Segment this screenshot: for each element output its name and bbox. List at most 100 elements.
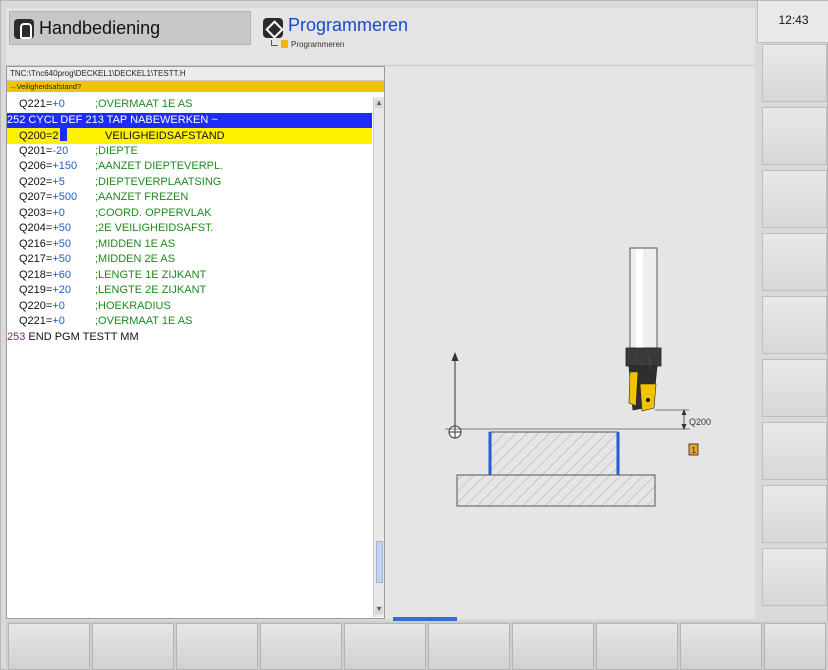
program-line[interactable]: Q221=+0 ;OVERMAAT 1E AS	[7, 97, 372, 113]
program-scrollbar[interactable]: ▲ ▼	[373, 97, 384, 617]
param-value: +50	[52, 237, 72, 250]
help-graphic-panel: Q200 1	[385, 66, 755, 619]
vertical-softkey-2[interactable]	[762, 107, 827, 165]
softkey-1[interactable]	[8, 623, 90, 670]
softkey-bar	[6, 621, 828, 670]
program-line-editing[interactable]: Q200=2 VEILIGHEIDSAFSTAND	[7, 128, 372, 144]
param-value: -20	[52, 144, 69, 157]
program-line[interactable]: Q220=+0 ;HOEKRADIUS	[7, 299, 372, 315]
hand-icon	[14, 19, 34, 39]
param-value: +0	[52, 315, 65, 327]
param-value: +20	[52, 284, 72, 296]
param-comment: ;DIEPTEVERPLAATSING	[95, 175, 222, 188]
scroll-down-icon[interactable]: ▼	[375, 606, 383, 614]
param-comment: VEILIGHEIDSAFSTAND	[105, 130, 225, 142]
q200-dimension	[655, 409, 689, 430]
vertical-softkey-1[interactable]	[762, 44, 827, 102]
cnc-screen: Handbediening Programmeren Programmeren …	[0, 0, 828, 670]
softkey-8[interactable]	[596, 623, 678, 670]
program-file-icon	[281, 40, 288, 48]
param-comment: ;OVERMAAT 1E AS	[95, 315, 193, 327]
datum-symbol	[448, 425, 462, 439]
param-comment: ;MIDDEN 2E AS	[95, 253, 176, 265]
program-path: TNC:\Tnc640prog\DECKEL1\DECKEL1\TESTT.H	[7, 67, 384, 81]
param-comment: ;MIDDEN 1E AS	[95, 237, 176, 250]
softkey-2[interactable]	[92, 623, 174, 670]
param-name: Q204=	[19, 222, 53, 234]
vertical-softkey-3[interactable]	[762, 170, 827, 228]
param-comment: ;DIEPTE	[95, 144, 138, 157]
programming-icon	[263, 18, 283, 38]
param-name: Q217=	[19, 253, 53, 265]
program-line[interactable]: Q221=+0 ;OVERMAAT 1E AS	[7, 314, 372, 330]
param-name: Q206=	[19, 160, 53, 172]
vertical-softkey-8[interactable]	[762, 485, 827, 543]
program-line[interactable]: Q202=+5 ;DIEPTEVERPLAATSING	[7, 175, 372, 191]
softkey-3[interactable]	[176, 623, 258, 670]
softkey-10[interactable]	[764, 623, 826, 670]
line-number: 253	[7, 330, 26, 343]
scroll-thumb[interactable]	[376, 541, 383, 583]
program-line-end[interactable]: 253 END PGM TESTT MM	[7, 330, 372, 346]
header: Handbediening Programmeren Programmeren	[6, 8, 755, 66]
param-comment: ;2E VEILIGHEIDSAFST.	[95, 222, 214, 234]
param-value: +0	[52, 98, 65, 110]
param-comment: ;OVERMAAT 1E AS	[95, 98, 193, 110]
softkey-6[interactable]	[428, 623, 510, 670]
param-value: +0	[52, 206, 65, 219]
program-line[interactable]: Q218=+60 ;LENGTE 1E ZIJKANT	[7, 268, 372, 284]
cycle-def-text: 252 CYCL DEF 213 TAP NABEWERKEN ~	[7, 113, 218, 126]
program-line[interactable]: Q216=+50 ;MIDDEN 1E AS	[7, 237, 372, 253]
param-value: +500	[52, 191, 78, 203]
param-name: Q201=	[19, 144, 53, 157]
program-line[interactable]: Q206=+150 ;AANZET DIEPTEVERPL.	[7, 159, 372, 175]
program-line[interactable]: Q207=+500 ;AANZET FREZEN	[7, 190, 372, 206]
step-marker-label: 1	[692, 446, 697, 455]
vertical-softkey-7[interactable]	[762, 422, 827, 480]
program-line[interactable]: Q203=+0 ;COORD. OPPERVLAK	[7, 206, 372, 222]
softkey-9[interactable]	[680, 623, 762, 670]
param-value: +50	[52, 222, 72, 234]
param-comment: ;LENGTE 2E ZIJKANT	[95, 284, 207, 296]
scroll-up-icon[interactable]: ▲	[375, 100, 383, 108]
softkey-5[interactable]	[344, 623, 426, 670]
step-marker: 1	[688, 443, 699, 456]
mode-programmeren-tab[interactable]: Programmeren Programmeren	[257, 11, 557, 61]
vertical-softkey-9[interactable]	[762, 548, 827, 606]
program-lines: Q221=+0 ;OVERMAAT 1E AS 252 CYCL DEF 213 …	[7, 97, 372, 345]
param-value: +60	[52, 268, 72, 281]
sub-breadcrumb: Programmeren	[271, 40, 344, 49]
param-value: +50	[52, 253, 72, 265]
param-value: +5	[52, 175, 65, 188]
param-comment: ;LENGTE 1E ZIJKANT	[95, 268, 207, 281]
milling-tool	[625, 247, 662, 412]
clock: 12:43	[757, 1, 828, 43]
param-name: Q216=	[19, 237, 53, 250]
vertical-softkey-6[interactable]	[762, 359, 827, 417]
param-name: Q219=	[19, 284, 53, 296]
param-value: +150	[52, 160, 78, 172]
program-line[interactable]: Q219=+20 ;LENGTE 2E ZIJKANT	[7, 283, 372, 299]
dialog-prompt: →Veiligheidsafstand?	[7, 81, 384, 92]
vertical-softkey-4[interactable]	[762, 233, 827, 291]
sub-label: Programmeren	[291, 40, 345, 49]
program-line[interactable]: Q204=+50 ;2E VEILIGHEIDSAFST.	[7, 221, 372, 237]
program-line-selected[interactable]: 252 CYCL DEF 213 TAP NABEWERKEN ~	[7, 112, 372, 128]
mode-right-label: Programmeren	[288, 15, 409, 35]
param-value-input[interactable]: 2	[52, 130, 58, 142]
vertical-softkey-5[interactable]	[762, 296, 827, 354]
softkey-4[interactable]	[260, 623, 342, 670]
clock-time: 12:43	[778, 13, 809, 27]
program-line[interactable]: Q217=+50 ;MIDDEN 2E AS	[7, 252, 372, 268]
param-comment: ;HOEKRADIUS	[95, 299, 171, 312]
text-cursor	[60, 128, 68, 141]
program-line[interactable]: Q201=-20 ;DIEPTE	[7, 144, 372, 160]
param-name: Q203=	[19, 206, 53, 219]
param-value: +0	[52, 299, 65, 312]
mode-handbediening-tab[interactable]: Handbediening	[9, 11, 251, 45]
param-comment: ;AANZET FREZEN	[95, 191, 189, 203]
param-name: Q207=	[19, 191, 53, 203]
cycle-help-graphic: Q200 1	[445, 247, 711, 507]
param-name: Q218=	[19, 268, 53, 281]
softkey-7[interactable]	[512, 623, 594, 670]
